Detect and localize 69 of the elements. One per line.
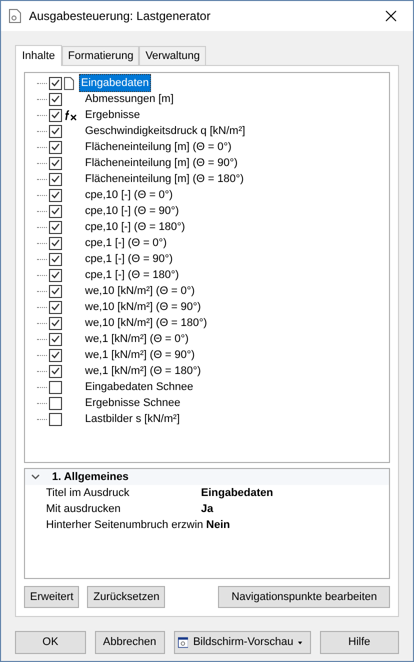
panel-button[interactable]: Zurücksetzen	[87, 586, 166, 608]
tree-item[interactable]: cpe,10 [-] (Θ = 0°)	[83, 186, 175, 204]
checkbox[interactable]	[49, 92, 62, 106]
checkbox[interactable]	[49, 124, 62, 138]
tree-item[interactable]: Ergebnisse	[83, 106, 142, 124]
checkbox[interactable]	[49, 140, 62, 154]
checkbox[interactable]	[49, 108, 62, 122]
dialog-button[interactable]: OK	[15, 631, 86, 654]
document-icon	[9, 9, 21, 23]
tree-item[interactable]: cpe,1 [-] (Θ = 0°)	[83, 234, 169, 252]
checkbox[interactable]	[49, 204, 62, 218]
tab[interactable]: Inhalte	[15, 45, 62, 66]
tree-item[interactable]: Flächeneinteilung [m] (Θ = 90°)	[83, 154, 240, 172]
tree-item[interactable]: we,10 [kN/m²] (Θ = 0°)	[83, 282, 197, 300]
property-name: Mit ausdrucken	[46, 502, 122, 517]
tree-item[interactable]: Abmessungen [m]	[83, 90, 176, 108]
checkbox[interactable]	[49, 396, 62, 410]
window-title: Ausgabesteuerung: Lastgenerator	[29, 8, 212, 25]
checkbox[interactable]	[49, 316, 62, 330]
tree-item[interactable]: Flächeneinteilung [m] (Θ = 0°)	[83, 138, 234, 156]
checkbox[interactable]	[49, 188, 62, 202]
checkbox[interactable]	[49, 364, 62, 378]
tree-item[interactable]: we,10 [kN/m²] (Θ = 180°)	[83, 314, 210, 332]
chevron-icon[interactable]	[31, 474, 40, 480]
tree-item[interactable]: Geschwindigkeitsdruck q [kN/m²]	[83, 122, 248, 140]
tree-item[interactable]: cpe,1 [-] (Θ = 90°)	[83, 250, 175, 268]
checkbox[interactable]	[49, 156, 62, 170]
property-name: Hinterher Seitenumbruch erzwin	[46, 518, 204, 533]
checkbox[interactable]	[49, 252, 62, 266]
document-icon	[64, 76, 74, 90]
checkbox[interactable]	[49, 412, 62, 426]
checkbox[interactable]	[49, 380, 62, 394]
tree-item[interactable]: Eingabedaten Schnee	[83, 378, 196, 396]
panel-button[interactable]: Erweitert	[24, 586, 80, 608]
tree-item[interactable]: we,1 [kN/m²] (Θ = 0°)	[83, 330, 191, 348]
property-value[interactable]: Nein	[206, 516, 230, 534]
section-title: 1. Allgemeines	[52, 470, 129, 485]
property-value[interactable]: Eingabedaten	[201, 484, 274, 502]
property-name: Titel im Ausdruck	[46, 486, 130, 501]
tree-item[interactable]: we,1 [kN/m²] (Θ = 90°)	[83, 346, 197, 364]
tree-item[interactable]: Lastbilder s [kN/m²]	[83, 410, 182, 428]
tree-item[interactable]: we,1 [kN/m²] (Θ = 180°)	[83, 362, 203, 380]
tree-item[interactable]: Flächeneinteilung [m] (Θ = 180°)	[83, 170, 246, 188]
tree-item[interactable]: we,10 [kN/m²] (Θ = 90°)	[83, 298, 203, 316]
tab[interactable]: Verwaltung	[139, 46, 206, 65]
preview-button[interactable]: Bildschirm-Vorschau	[174, 631, 311, 654]
dialog-button[interactable]: Abbrechen	[94, 631, 165, 654]
tab[interactable]: Formatierung	[62, 46, 140, 65]
caret-icon	[298, 640, 303, 644]
preview-icon	[178, 635, 188, 650]
property-value[interactable]: Ja	[201, 500, 214, 518]
checkbox[interactable]	[49, 220, 62, 234]
checkbox[interactable]	[49, 284, 62, 298]
tree-item[interactable]: cpe,1 [-] (Θ = 180°)	[83, 266, 181, 284]
checkbox[interactable]	[49, 172, 62, 186]
checkbox[interactable]	[49, 236, 62, 250]
formula-icon	[64, 110, 78, 120]
tree-item[interactable]: cpe,10 [-] (Θ = 180°)	[83, 218, 188, 236]
checkbox[interactable]	[49, 300, 62, 314]
checkbox[interactable]	[49, 76, 62, 90]
tree-item[interactable]: Ergebnisse Schnee	[83, 394, 182, 412]
dialog-button[interactable]: Hilfe	[320, 631, 399, 654]
checkbox[interactable]	[49, 268, 62, 282]
tree-item[interactable]: cpe,10 [-] (Θ = 90°)	[83, 202, 181, 220]
panel-button[interactable]: Navigationspunkte bearbeiten	[218, 586, 390, 608]
checkbox[interactable]	[49, 348, 62, 362]
close-icon[interactable]	[385, 10, 397, 22]
checkbox[interactable]	[49, 332, 62, 346]
tree-item[interactable]: Eingabedaten	[79, 74, 151, 92]
